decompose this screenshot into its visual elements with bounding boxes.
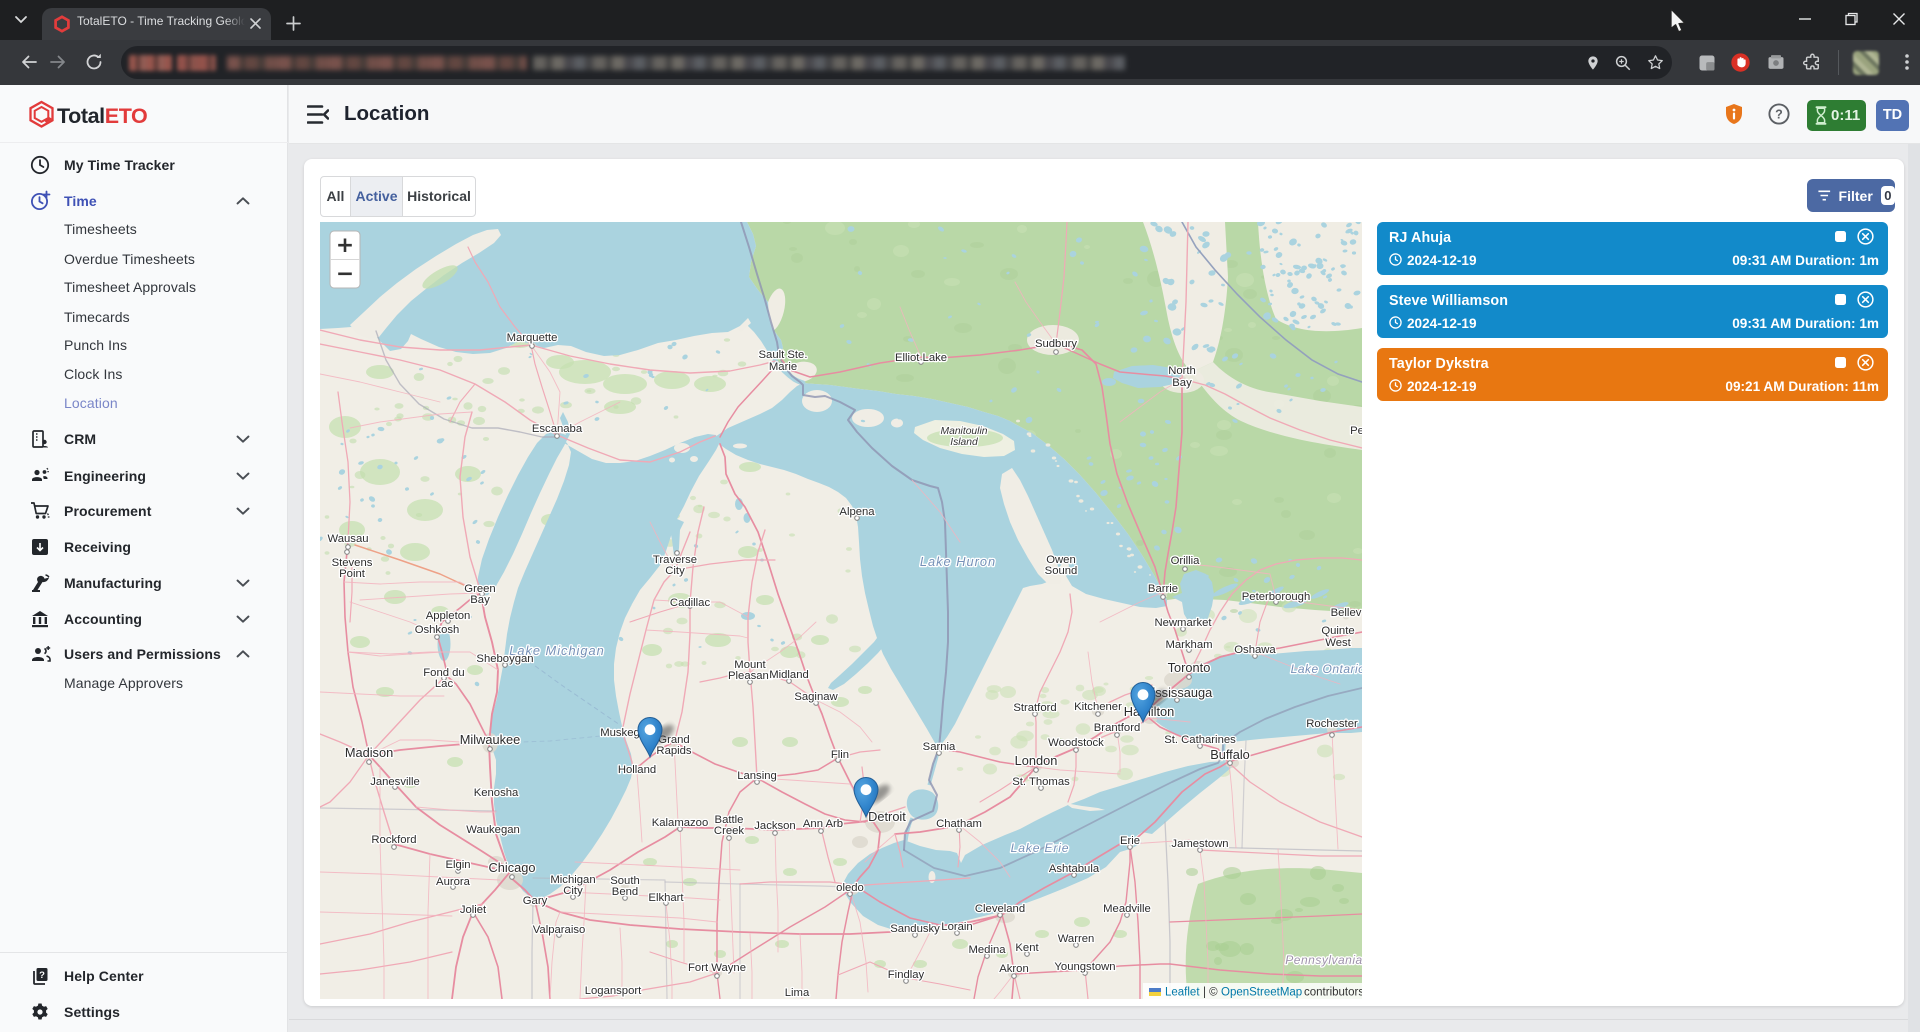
svg-text:Newmarket: Newmarket [1154,617,1212,629]
svg-text:Lake Ontario: Lake Ontario [1291,662,1362,676]
svg-text:Marquette: Marquette [507,332,558,344]
svg-text:contributors: contributors [1304,987,1362,999]
svg-text:Appleton: Appleton [426,610,471,622]
svg-text:City: City [563,885,583,897]
svg-text:Midland: Midland [769,669,809,681]
svg-text:Saginaw: Saginaw [794,691,838,703]
svg-text:OpenStreetMap: OpenStreetMap [1221,987,1302,999]
svg-text:Pleasant: Pleasant [728,670,773,682]
svg-text:?: ? [1775,107,1783,121]
svg-text:Kent: Kent [1015,942,1039,954]
svg-text:Cadillac: Cadillac [670,597,711,609]
svg-text:Rockford: Rockford [371,834,416,846]
svg-text:Gary: Gary [523,895,548,907]
svg-text:Elkhart: Elkhart [648,892,684,904]
svg-text:Janesville: Janesville [370,776,420,788]
svg-text:Joliet: Joliet [460,904,487,916]
svg-text:Sudbury: Sudbury [1035,338,1077,350]
svg-text:Medina: Medina [968,944,1006,956]
svg-text:Oshkosh: Oshkosh [415,624,460,636]
svg-text:Lake Erie: Lake Erie [1011,841,1070,855]
svg-text:Sarnia: Sarnia [923,741,956,753]
svg-text:City: City [665,565,685,577]
svg-text:Lake Huron: Lake Huron [920,554,996,569]
svg-text:Madison: Madison [345,745,393,760]
svg-text:Logansport: Logansport [585,985,642,997]
svg-text:West: West [1325,637,1351,649]
svg-text:Pe: Pe [1350,425,1362,437]
svg-text:Chatham: Chatham [936,818,982,830]
svg-text:Bay: Bay [470,594,490,606]
svg-text:Stratford: Stratford [1013,702,1056,714]
svg-text:Creek: Creek [714,825,744,837]
svg-text:Wausau: Wausau [327,533,368,545]
svg-text:Sheboygan: Sheboygan [476,653,533,665]
svg-text:Cleveland: Cleveland [975,903,1025,915]
svg-text:Erie: Erie [1120,835,1140,847]
svg-text:Muskeg: Muskeg [600,727,640,739]
svg-text:Warren: Warren [1058,933,1095,945]
svg-text:Ann Arb: Ann Arb [803,818,843,830]
svg-text:?: ? [39,970,45,981]
svg-text:Point: Point [339,568,366,580]
svg-text:Lac: Lac [435,678,454,690]
svg-text:Escanaba: Escanaba [532,423,583,435]
svg-text:Sault Ste.: Sault Ste. [759,349,808,361]
svg-text:Chicago: Chicago [489,860,536,875]
svg-text:Manitoulin: Manitoulin [941,426,988,437]
svg-text:St. Catharines: St. Catharines [1164,734,1236,746]
svg-text:Youngstown: Youngstown [1054,961,1115,973]
svg-text:Alpena: Alpena [839,506,875,518]
svg-text:Island: Island [950,437,978,448]
svg-text:Sandusky: Sandusky [890,923,940,935]
svg-text:Marie: Marie [769,361,797,373]
svg-text:Rapids: Rapids [656,745,692,757]
svg-text:Findlay: Findlay [888,969,925,981]
svg-text:Valparaiso: Valparaiso [533,924,586,936]
svg-text:Milwaukee: Milwaukee [460,732,520,747]
svg-text:London: London [1015,753,1058,768]
svg-text:Lorain: Lorain [941,921,972,933]
svg-text:Barrie: Barrie [1148,583,1178,595]
svg-text:Orillia: Orillia [1171,555,1201,567]
svg-text:Lima: Lima [785,987,810,999]
svg-text:Flin: Flin [831,749,849,761]
svg-text:Kenosha: Kenosha [474,787,519,799]
svg-text:Brantford: Brantford [1094,722,1140,734]
svg-text:Oshawa: Oshawa [1234,644,1276,656]
svg-text:Pennsylvania: Pennsylvania [1285,953,1362,967]
svg-text:North: North [1168,365,1196,377]
svg-text:| ©: | © [1203,987,1218,999]
svg-text:oledo: oledo [836,882,864,894]
svg-text:Leaflet: Leaflet [1165,987,1200,999]
svg-text:Peterborough: Peterborough [1242,591,1310,603]
svg-text:Markham: Markham [1165,639,1212,651]
svg-text:Meadville: Meadville [1103,903,1151,915]
svg-text:Rochester: Rochester [1306,718,1358,730]
svg-text:Bellev: Bellev [1331,607,1362,619]
svg-text:Quinte: Quinte [1321,625,1354,637]
svg-text:Jackson: Jackson [754,820,795,832]
svg-text:Toronto: Toronto [1168,660,1211,675]
svg-text:Detroit: Detroit [868,809,906,824]
svg-text:Elliot Lake: Elliot Lake [895,352,947,364]
svg-text:Waukegan: Waukegan [466,824,520,836]
svg-text:Kitchener: Kitchener [1074,701,1122,713]
svg-text:Akron: Akron [999,963,1029,975]
svg-text:Lansing: Lansing [737,770,777,782]
svg-text:St. Thomas: St. Thomas [1012,776,1070,788]
svg-text:Woodstock: Woodstock [1048,737,1104,749]
svg-text:Jamestown: Jamestown [1171,838,1228,850]
svg-text:Bay: Bay [1172,377,1192,389]
svg-text:Aurora: Aurora [436,876,471,888]
svg-text:Sound: Sound [1045,565,1078,577]
svg-text:Buffalo: Buffalo [1210,747,1250,762]
svg-text:Fort Wayne: Fort Wayne [688,962,746,974]
svg-text:Holland: Holland [618,764,656,776]
svg-text:Kalamazoo: Kalamazoo [652,817,709,829]
svg-text:Ashtabula: Ashtabula [1049,863,1100,875]
svg-text:Elgin: Elgin [445,859,470,871]
svg-text:Bend: Bend [612,886,638,898]
